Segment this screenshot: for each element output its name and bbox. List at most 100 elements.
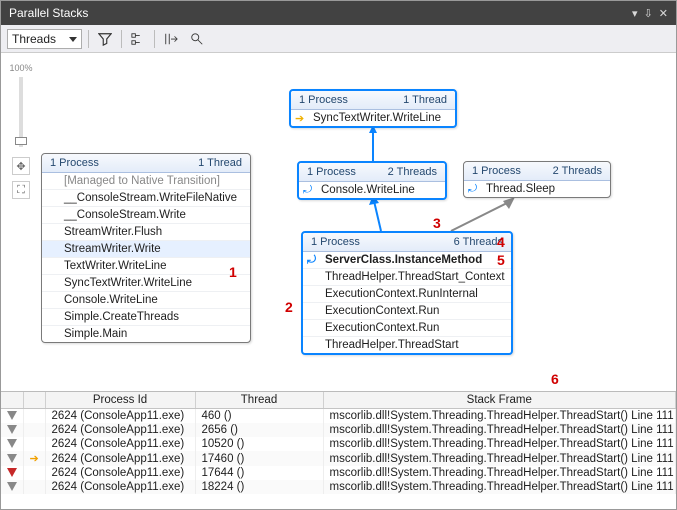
stack-frame[interactable]: StreamWriter.Flush xyxy=(42,224,250,241)
table-row[interactable]: 2624 (ConsoleApp11.exe)18224 ()mscorlib.… xyxy=(1,480,676,494)
pin-icon[interactable]: ⇩ xyxy=(644,7,653,20)
stack-node-sleep[interactable]: 1 Process 2 Threads Thread.Sleep xyxy=(463,161,611,198)
annotation-3: 3 xyxy=(433,215,441,231)
stack-frame[interactable]: ThreadHelper.ThreadStart xyxy=(303,337,511,353)
process-column[interactable]: Process Id xyxy=(45,392,195,409)
stack-frame[interactable]: ExecutionContext.Run xyxy=(303,320,511,337)
annotation-2: 2 xyxy=(285,299,293,315)
window-title: Parallel Stacks xyxy=(9,6,88,20)
stack-node-header: 1 Process 6 Threads xyxy=(303,233,511,252)
frame-cell: mscorlib.dll!System.Threading.ThreadHelp… xyxy=(323,466,676,480)
stack-frame[interactable]: Simple.Main xyxy=(42,326,250,342)
toolbar: Threads xyxy=(1,25,676,53)
stack-frame[interactable]: Console.WriteLine xyxy=(42,292,250,309)
process-cell: 2624 (ConsoleApp11.exe) xyxy=(45,480,195,494)
thread-count: 2 Threads xyxy=(388,166,437,178)
zoom-slider[interactable] xyxy=(19,77,23,147)
table-row[interactable]: 2624 (ConsoleApp11.exe)10520 ()mscorlib.… xyxy=(1,437,676,451)
parallel-stacks-canvas[interactable]: 100% ✥ ⛶ 1 Process 1 Thread [Managed to … xyxy=(1,53,676,391)
annotation-5: 5 xyxy=(497,252,505,268)
thread-column[interactable]: Thread xyxy=(195,392,323,409)
window-controls: ▾ ⇩ ✕ xyxy=(632,7,668,20)
stack-frame[interactable]: __ConsoleStream.Write xyxy=(42,207,250,224)
process-cell: 2624 (ConsoleApp11.exe) xyxy=(45,451,195,466)
stack-frame[interactable]: Simple.CreateThreads xyxy=(42,309,250,326)
flag-icon[interactable] xyxy=(7,468,17,477)
annotation-6: 6 xyxy=(551,371,559,387)
stack-node-header: 1 Process 1 Thread xyxy=(42,154,250,173)
stack-frame[interactable]: Console.WriteLine xyxy=(299,182,445,198)
separator xyxy=(121,30,122,48)
flag-icon[interactable] xyxy=(7,411,17,420)
table-row[interactable]: 2624 (ConsoleApp11.exe)2656 ()mscorlib.d… xyxy=(1,423,676,437)
stack-frame[interactable]: ExecutionContext.Run xyxy=(303,303,511,320)
stack-node-synctw[interactable]: 1 Process 1 Thread SyncTextWriter.WriteL… xyxy=(289,89,457,128)
stack-frame[interactable]: SyncTextWriter.WriteLine xyxy=(291,110,455,126)
frame-cell: mscorlib.dll!System.Threading.ThreadHelp… xyxy=(323,409,676,424)
flag-icon[interactable] xyxy=(7,439,17,448)
stack-frame[interactable]: ThreadHelper.ThreadStart_Context xyxy=(303,269,511,286)
table-row[interactable]: 2624 (ConsoleApp11.exe)460 ()mscorlib.dl… xyxy=(1,409,676,424)
view-selector-label: Threads xyxy=(12,32,56,46)
thread-count: 2 Threads xyxy=(553,165,602,177)
threads-grid[interactable]: Process Id Thread Stack Frame 2624 (Cons… xyxy=(1,391,676,509)
annotation-4: 4 xyxy=(497,234,505,250)
stack-node-header: 1 Process 2 Threads xyxy=(299,163,445,182)
stack-frame[interactable]: TextWriter.WriteLine xyxy=(42,258,250,275)
process-count: 1 Process xyxy=(307,166,356,178)
thread-count: 6 Threads xyxy=(454,236,503,248)
stack-frame[interactable]: ExecutionContext.RunInternal xyxy=(303,286,511,303)
thread-count: 1 Thread xyxy=(403,94,447,106)
process-count: 1 Process xyxy=(472,165,521,177)
process-cell: 2624 (ConsoleApp11.exe) xyxy=(45,466,195,480)
view-selector[interactable]: Threads xyxy=(7,29,82,49)
table-row[interactable]: ➔ 2624 (ConsoleApp11.exe)17460 ()mscorlib… xyxy=(1,451,676,466)
process-count: 1 Process xyxy=(311,236,360,248)
close-icon[interactable]: ✕ xyxy=(659,7,668,20)
frame-cell: mscorlib.dll!System.Threading.ThreadHelp… xyxy=(323,480,676,494)
flag-icon[interactable] xyxy=(7,425,17,434)
thread-cell: 18224 () xyxy=(195,480,323,494)
process-count: 1 Process xyxy=(50,157,99,169)
stack-frame[interactable]: ServerClass.InstanceMethod xyxy=(303,252,511,269)
toggle-method-view-icon[interactable] xyxy=(128,29,148,49)
flag-column[interactable] xyxy=(1,392,23,409)
fit-icon[interactable]: ⛶ xyxy=(12,181,30,199)
filter-icon[interactable] xyxy=(95,29,115,49)
stack-node-header: 1 Process 2 Threads xyxy=(464,162,610,181)
stack-frame[interactable]: SyncTextWriter.WriteLine xyxy=(42,275,250,292)
current-thread-icon: ➔ xyxy=(30,453,39,465)
stack-frame[interactable]: __ConsoleStream.WriteFileNative xyxy=(42,190,250,207)
process-cell: 2624 (ConsoleApp11.exe) xyxy=(45,437,195,451)
flag-icon[interactable] xyxy=(7,454,17,463)
thread-cell: 460 () xyxy=(195,409,323,424)
thread-count: 1 Thread xyxy=(198,157,242,169)
frame-cell: mscorlib.dll!System.Threading.ThreadHelp… xyxy=(323,451,676,466)
frame-column[interactable]: Stack Frame xyxy=(323,392,676,409)
window-titlebar: Parallel Stacks ▾ ⇩ ✕ xyxy=(1,1,676,25)
process-cell: 2624 (ConsoleApp11.exe) xyxy=(45,409,195,424)
zoom-control[interactable]: 100% ✥ ⛶ xyxy=(11,63,31,223)
stack-node-header: 1 Process 1 Thread xyxy=(291,91,455,110)
frame-cell: mscorlib.dll!System.Threading.ThreadHelp… xyxy=(323,437,676,451)
process-cell: 2624 (ConsoleApp11.exe) xyxy=(45,423,195,437)
thread-cell: 17460 () xyxy=(195,451,323,466)
stack-node-server[interactable]: 1 Process 6 Threads ServerClass.Instance… xyxy=(301,231,513,355)
separator xyxy=(154,30,155,48)
dropdown-icon[interactable]: ▾ xyxy=(632,7,638,20)
stack-frame[interactable]: StreamWriter.Write xyxy=(42,241,250,258)
stack-frame[interactable]: Thread.Sleep xyxy=(464,181,610,197)
autoscroll-icon[interactable] xyxy=(161,29,181,49)
thread-cell: 10520 () xyxy=(195,437,323,451)
flag-icon[interactable] xyxy=(7,482,17,491)
thread-cell: 17644 () xyxy=(195,466,323,480)
current-column[interactable] xyxy=(23,392,45,409)
toggle-zoom-icon[interactable] xyxy=(187,29,207,49)
pan-icon[interactable]: ✥ xyxy=(12,157,30,175)
stack-frame[interactable]: [Managed to Native Transition] xyxy=(42,173,250,190)
thread-cell: 2656 () xyxy=(195,423,323,437)
stack-node-console[interactable]: 1 Process 2 Threads Console.WriteLine xyxy=(297,161,447,200)
table-row[interactable]: 2624 (ConsoleApp11.exe)17644 ()mscorlib.… xyxy=(1,466,676,480)
stack-node-main[interactable]: 1 Process 1 Thread [Managed to Native Tr… xyxy=(41,153,251,343)
separator xyxy=(88,30,89,48)
